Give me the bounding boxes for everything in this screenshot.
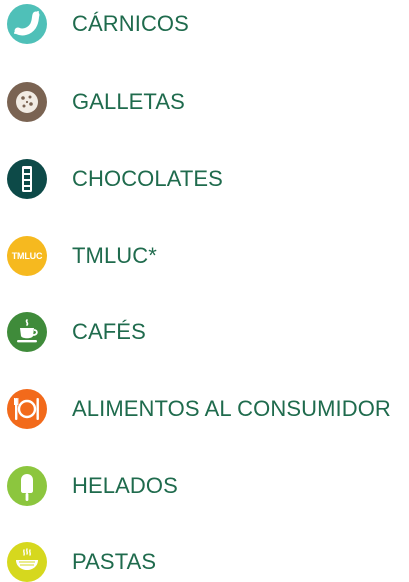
category-label: HELADOS (72, 473, 178, 498)
category-item-cafes[interactable]: CAFÉS (7, 312, 146, 352)
coffee-cup-icon (7, 312, 47, 352)
category-item-carnicos[interactable]: CÁRNICOS (7, 4, 189, 44)
category-item-chocolates[interactable]: CHOCOLATES (7, 159, 223, 199)
category-label: TMLUC* (72, 243, 157, 268)
cookie-icon (7, 82, 47, 122)
category-item-tmluc[interactable]: TMLUC TMLUC* (7, 236, 157, 276)
category-item-pastas[interactable]: PASTAS (7, 542, 156, 582)
category-item-alimentos-al-consumidor[interactable]: ALIMENTOS AL CONSUMIDOR (7, 389, 391, 429)
category-label: PASTAS (72, 549, 157, 574)
category-label: CAFÉS (72, 319, 146, 344)
tmluc-logo-text: TMLUC (11, 251, 43, 261)
category-item-galletas[interactable]: GALLETAS (7, 82, 185, 122)
pasta-bowl-icon (7, 542, 47, 582)
popsicle-icon (7, 466, 47, 506)
category-label: CHOCOLATES (72, 166, 223, 191)
sausage-icon (7, 4, 47, 44)
category-item-helados[interactable]: HELADOS (7, 466, 178, 506)
category-label: GALLETAS (72, 89, 185, 114)
tmluc-logo-icon: TMLUC (7, 236, 47, 276)
category-label: ALIMENTOS AL CONSUMIDOR (72, 396, 391, 421)
plate-cutlery-icon (7, 389, 47, 429)
category-list: CÁRNICOS GALLETAS CHOCOLATES TMLUC TMLUC… (0, 0, 409, 582)
category-label: CÁRNICOS (72, 11, 189, 36)
chocolate-bar-icon (7, 159, 47, 199)
